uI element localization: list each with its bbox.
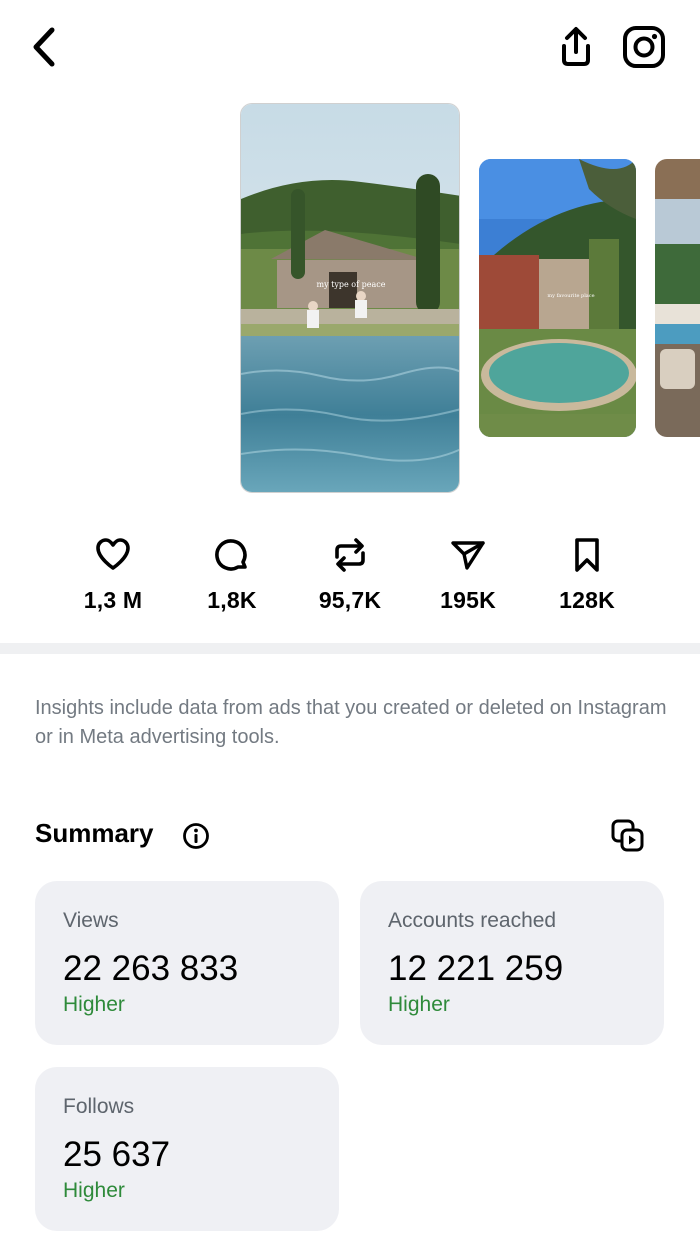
carousel-image-2[interactable]: my favourite place	[479, 159, 636, 437]
view-reels-button[interactable]	[610, 818, 646, 854]
bookmark-icon	[575, 538, 599, 572]
shares-stat: 195K	[408, 535, 528, 614]
accounts-reached-card[interactable]: Accounts reached 12 221 259 Higher	[360, 881, 664, 1045]
accounts-reached-value: 12 221 259	[388, 949, 564, 988]
share-upload-icon	[562, 27, 590, 66]
views-value: 22 263 833	[63, 949, 239, 988]
comment-icon	[215, 539, 247, 571]
likes-stat: 1,3 M	[53, 535, 173, 614]
follows-label: Follows	[63, 1095, 135, 1118]
info-button[interactable]	[182, 822, 210, 850]
accounts-reached-label: Accounts reached	[388, 909, 557, 932]
views-card[interactable]: Views 22 263 833 Higher	[35, 881, 339, 1045]
comments-count: 1,8K	[207, 587, 257, 613]
views-label: Views	[63, 909, 119, 932]
reels-stack-icon	[611, 819, 644, 852]
saves-stat: 128K	[527, 535, 647, 614]
ads-disclaimer: Insights include data from ads that you …	[35, 697, 667, 748]
summary-title: Summary	[35, 818, 154, 848]
top-bar	[0, 0, 700, 95]
media-carousel[interactable]: my type of peace my favourite place	[0, 103, 700, 495]
comments-stat: 1,8K	[172, 535, 292, 614]
engagement-stats: 1,3 M 1,8K 95,7K 195K 128K	[0, 535, 700, 615]
heart-icon	[96, 538, 130, 570]
villa-oval-pool-image: my favourite place	[479, 159, 636, 437]
carousel-image-main[interactable]: my type of peace	[240, 103, 460, 493]
shares-count: 195K	[440, 587, 496, 613]
instagram-icon	[623, 26, 665, 68]
chevron-left-icon	[33, 27, 55, 67]
carousel-image-3[interactable]	[655, 159, 700, 437]
carousel-caption-main: my type of peace	[317, 280, 386, 289]
section-divider	[0, 643, 700, 654]
villa-pool-image: my type of peace	[241, 104, 459, 492]
saves-count: 128K	[559, 587, 615, 613]
villa-terrace-image	[655, 159, 700, 437]
reposts-count: 95,7K	[318, 587, 382, 613]
likes-count: 1,3 M	[83, 587, 143, 613]
accounts-reached-trend: Higher	[388, 993, 450, 1016]
info-icon	[183, 823, 209, 849]
send-icon	[451, 541, 485, 570]
follows-value: 25 637	[63, 1135, 171, 1174]
follows-card[interactable]: Follows 25 637 Higher	[35, 1067, 339, 1231]
instagram-button[interactable]	[622, 25, 666, 69]
share-button[interactable]	[556, 26, 596, 68]
follows-trend: Higher	[63, 1179, 125, 1202]
back-button[interactable]	[28, 26, 64, 68]
views-trend: Higher	[63, 993, 125, 1016]
carousel-caption-2: my favourite place	[547, 293, 594, 299]
repost-icon	[335, 538, 365, 572]
reposts-stat: 95,7K	[290, 535, 410, 614]
